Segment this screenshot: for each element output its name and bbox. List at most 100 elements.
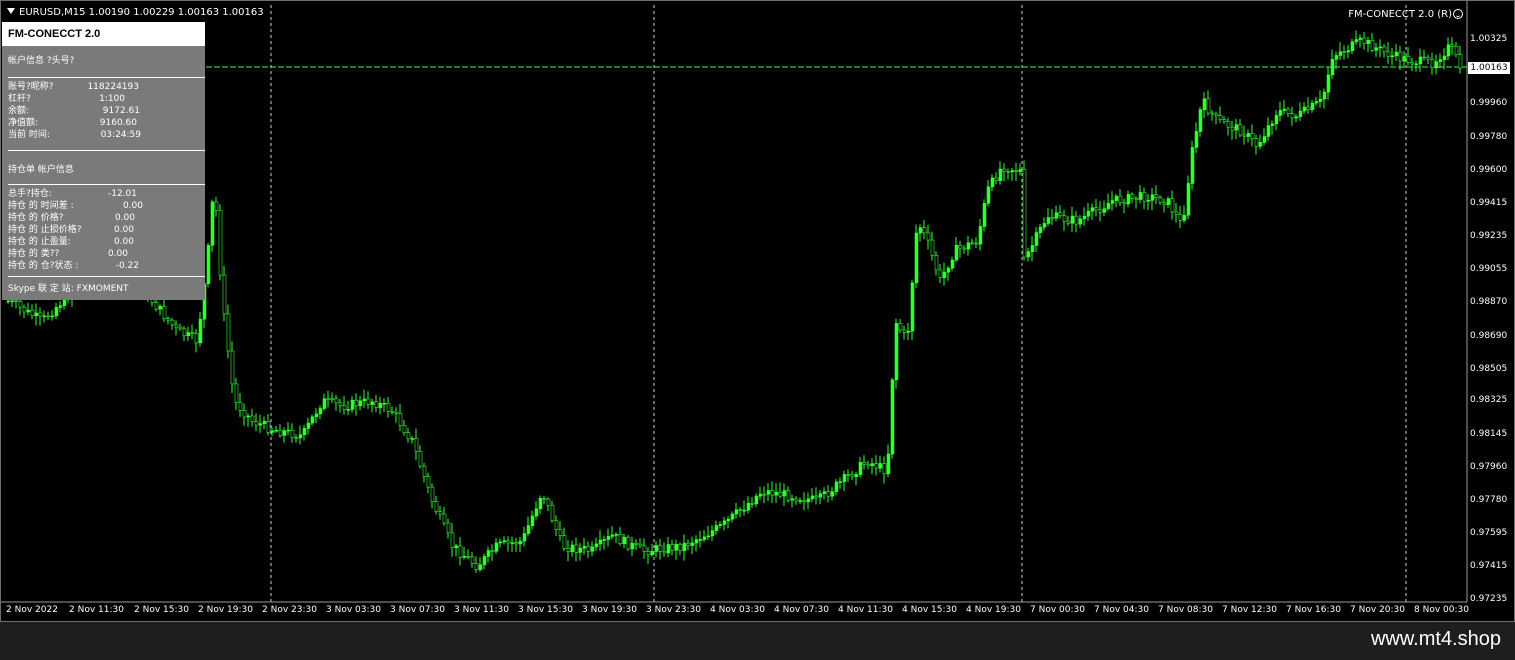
candle-body (1374, 47, 1379, 51)
candle-body (942, 271, 947, 279)
candle-body (250, 415, 255, 422)
position-value: 0.00 (114, 213, 135, 223)
ea-info-panel[interactable]: FM-CONECCT 2.0 帐户信息 ?头号? 账号?昵称? 118224193… (2, 22, 205, 300)
brand-watermark: www.mt4.shop (1370, 628, 1501, 650)
candle-body (414, 438, 419, 452)
candle-body (606, 536, 611, 540)
candle-body (266, 421, 271, 433)
price-tick: 0.98690 (1470, 331, 1508, 341)
candle-body (1006, 171, 1011, 173)
candle-body (1182, 214, 1187, 221)
price-tick: 0.99055 (1470, 264, 1508, 274)
candle-body (386, 402, 391, 412)
candle-body (22, 306, 27, 313)
time-tick: 4 Nov 03:30 (710, 605, 765, 615)
candle-body (1094, 207, 1099, 211)
candle-body (1042, 223, 1047, 228)
candle-body (438, 511, 443, 515)
candle-body (1014, 170, 1019, 172)
candle-body (1022, 169, 1027, 258)
candle-body (562, 535, 567, 549)
divider (8, 184, 205, 185)
price-tick: 0.97960 (1470, 462, 1508, 472)
candle-body (838, 481, 843, 483)
current-price-tag: 1.00163 (1468, 62, 1510, 74)
candle-body (578, 547, 583, 553)
candle-body (374, 401, 379, 408)
candle-body (422, 465, 427, 477)
candle-body (454, 545, 459, 549)
candle-body (286, 429, 291, 432)
candle-body (622, 536, 627, 544)
candle-body (1450, 44, 1455, 47)
candle-body (446, 522, 451, 534)
candlestick-plot[interactable] (1, 1, 1515, 623)
candle-body (1034, 232, 1039, 246)
position-value: 0.00 (107, 249, 128, 259)
candle-body (354, 399, 359, 407)
candle-body (590, 546, 595, 552)
candle-body (1098, 209, 1103, 213)
candle-body (630, 542, 635, 550)
candle-body (994, 177, 999, 181)
candle-body (518, 540, 523, 545)
candle-body (1074, 215, 1079, 225)
candle-body (338, 402, 343, 406)
candle-body (390, 411, 395, 413)
candle-body (1330, 58, 1335, 76)
candle-body (1030, 245, 1035, 252)
candle-body (1434, 61, 1439, 69)
candle-body (842, 474, 847, 482)
candle-body (226, 313, 231, 352)
candle-body (634, 542, 639, 545)
symbol-info[interactable]: EURUSD,M15 1.00190 1.00229 1.00163 1.001… (7, 7, 264, 19)
candle-body (1206, 98, 1211, 114)
candle-body (1442, 55, 1447, 60)
candle-body (806, 498, 811, 503)
candle-body (1066, 220, 1071, 224)
dropdown-icon[interactable] (7, 8, 15, 14)
candle-body (314, 413, 319, 418)
candle-body (1178, 214, 1183, 221)
candle-body (1454, 45, 1459, 56)
candle-body (378, 403, 383, 408)
candle-body (1202, 98, 1207, 110)
candle-body (1378, 46, 1383, 49)
candle-body (1234, 124, 1239, 131)
candle-body (678, 543, 683, 552)
candle-body (1362, 37, 1367, 44)
candle-body (370, 401, 375, 405)
candle-body (706, 535, 711, 538)
candle-body (1322, 91, 1327, 100)
candle-body (1062, 215, 1067, 222)
candle-body (598, 539, 603, 545)
candle-body (1290, 113, 1295, 119)
time-tick: 3 Nov 07:30 (390, 605, 445, 615)
position-label: 总手?持仓: (8, 189, 52, 199)
candle-body (1458, 54, 1463, 69)
candle-body (822, 491, 827, 494)
candle-body (1246, 133, 1251, 137)
candle-body (786, 490, 791, 501)
candle-body (730, 513, 735, 520)
price-chart[interactable]: EURUSD,M15 1.00190 1.00229 1.00163 1.001… (0, 0, 1515, 622)
candle-body (58, 305, 63, 308)
candle-body (1194, 131, 1199, 148)
candle-body (466, 556, 471, 558)
candle-body (998, 168, 1003, 181)
candle-body (1222, 119, 1227, 123)
candle-body (502, 540, 507, 543)
smile-icon[interactable] (1453, 9, 1463, 19)
candle-body (990, 177, 995, 188)
candle-body (182, 328, 187, 337)
candle-body (854, 474, 859, 478)
candle-body (1122, 202, 1127, 205)
candle-body (618, 534, 623, 544)
candle-body (650, 551, 655, 556)
candle-body (674, 543, 679, 551)
candle-body (970, 242, 975, 245)
candle-body (358, 400, 363, 407)
candle-body (410, 438, 415, 440)
candle-body (766, 490, 771, 495)
candle-body (686, 542, 691, 546)
